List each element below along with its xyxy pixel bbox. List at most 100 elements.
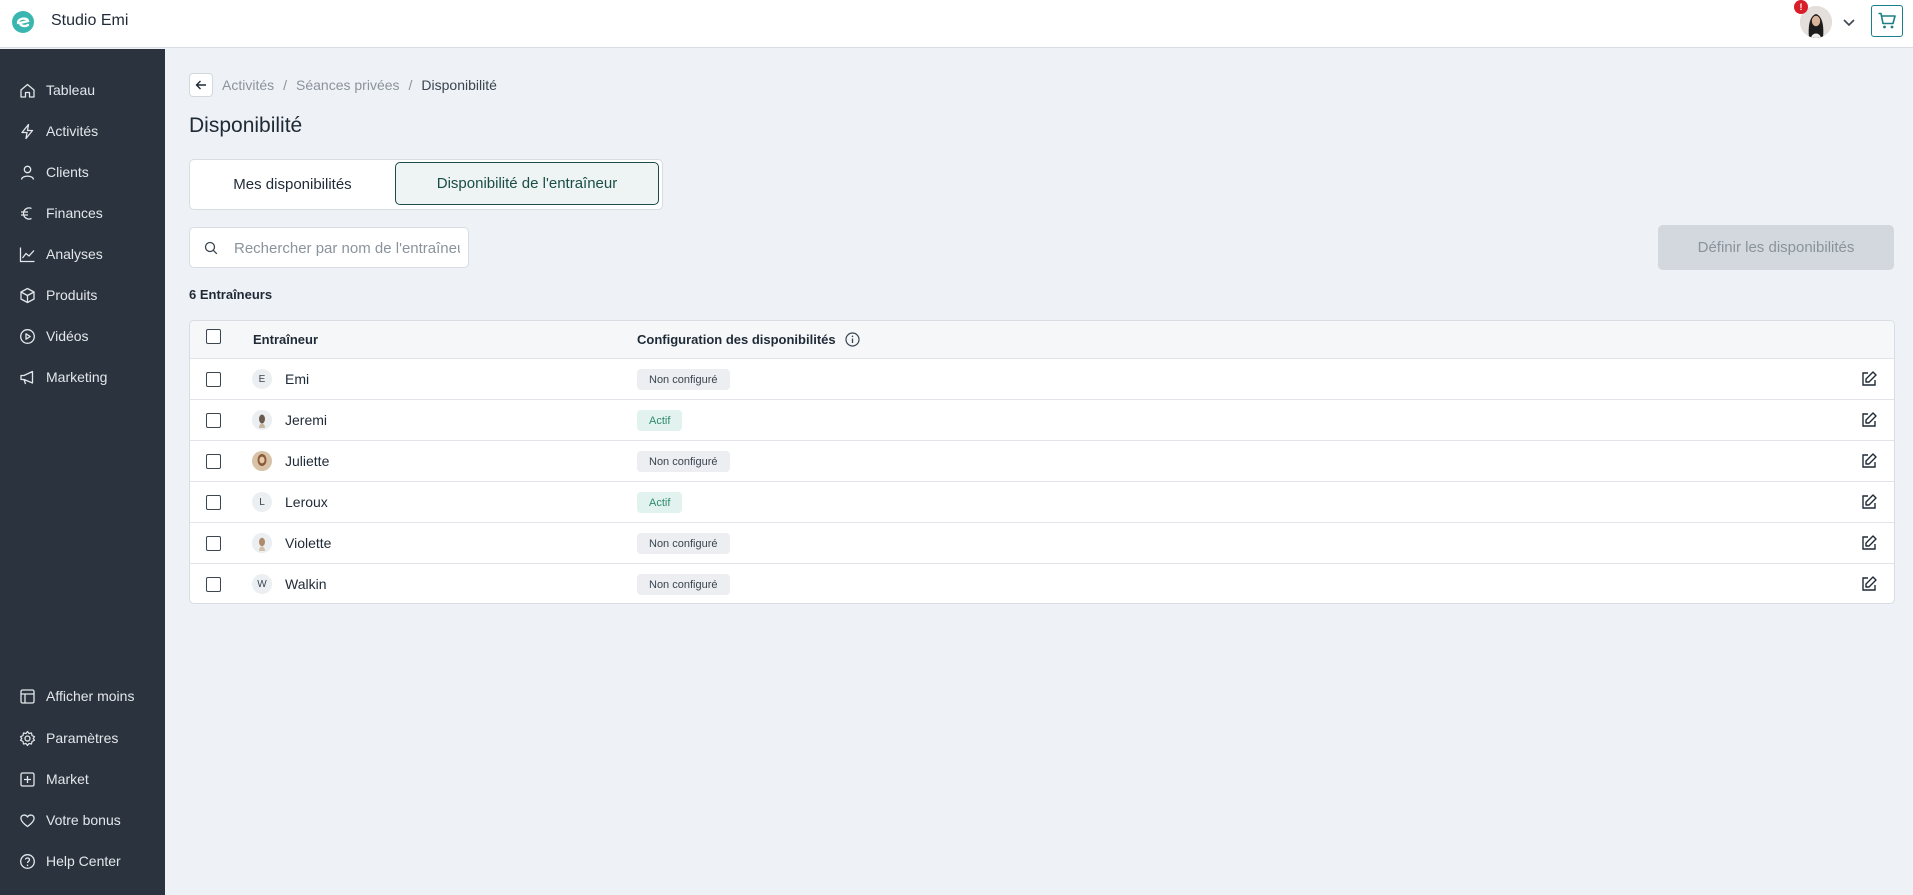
row-checkbox[interactable]	[206, 495, 221, 510]
avatar: E	[252, 369, 272, 389]
row-checkbox[interactable]	[206, 454, 221, 469]
user-icon	[19, 164, 36, 181]
sidebar-item-label: Analyses	[46, 246, 103, 262]
edit-icon[interactable]	[1860, 452, 1878, 470]
breadcrumb-current: Disponibilité	[421, 77, 497, 93]
account-menu[interactable]: !	[1794, 0, 1834, 40]
sidebar-item-finances[interactable]: Finances	[0, 198, 165, 228]
trainer-name: Violette	[285, 535, 332, 551]
sidebar-item-label: Marketing	[46, 369, 108, 385]
studio-name: Studio Emi	[51, 12, 129, 29]
sidebar-item-produits[interactable]: Produits	[0, 280, 165, 310]
sidebar-item-clients[interactable]: Clients	[0, 157, 165, 187]
row-checkbox[interactable]	[206, 577, 221, 592]
edit-icon[interactable]	[1860, 534, 1878, 552]
sidebar-item-label: Help Center	[46, 853, 121, 869]
trainer-photo-icon	[252, 410, 272, 430]
table-header: Entraîneur Configuration des disponibili…	[190, 321, 1894, 359]
table-row: W Walkin Non configuré	[190, 564, 1894, 603]
status-badge: Non configuré	[637, 574, 730, 595]
sidebar-item-activites[interactable]: Activités	[0, 116, 165, 146]
cart-icon	[1878, 12, 1896, 29]
table-row: Juliette Non configuré	[190, 441, 1894, 482]
bolt-icon	[19, 123, 36, 140]
sidebar-item-marketing[interactable]: Marketing	[0, 362, 165, 392]
notification-badge: !	[1794, 0, 1808, 14]
chevron-down-icon[interactable]	[1841, 14, 1857, 30]
breadcrumb-link-seances-privees[interactable]: Séances privées	[296, 77, 400, 93]
edit-icon[interactable]	[1860, 493, 1878, 511]
sidebar-item-help-center[interactable]: Help Center	[0, 846, 165, 876]
sidebar-item-afficher-moins[interactable]: Afficher moins	[0, 681, 165, 711]
avatar: W	[252, 574, 272, 594]
sidebar-item-market[interactable]: Market	[0, 764, 165, 794]
tab-disponibilite-entraineur[interactable]: Disponibilité de l'entraîneur	[395, 162, 659, 205]
sidebar-item-label: Produits	[46, 287, 98, 303]
chart-line-icon	[19, 246, 36, 263]
trainer-name: Walkin	[285, 576, 327, 592]
row-checkbox[interactable]	[206, 413, 221, 428]
panel-icon	[19, 688, 36, 705]
back-button[interactable]	[189, 73, 213, 97]
status-badge: Non configuré	[637, 369, 730, 390]
table-row: L Leroux Actif	[190, 482, 1894, 523]
row-checkbox[interactable]	[206, 536, 221, 551]
sidebar-item-label: Afficher moins	[46, 688, 135, 704]
home-icon	[19, 82, 36, 99]
sidebar: Tableau Activités Clients Finances Analy…	[0, 49, 165, 895]
avatar	[252, 451, 272, 471]
arrow-left-icon	[195, 80, 206, 90]
breadcrumb: Activités / Séances privées / Disponibil…	[189, 73, 497, 97]
edit-icon[interactable]	[1860, 411, 1878, 429]
trainer-photo-icon	[252, 451, 272, 471]
sidebar-item-tableau[interactable]: Tableau	[0, 75, 165, 105]
sidebar-item-label: Tableau	[46, 82, 96, 98]
page-title: Disponibilité	[189, 114, 303, 137]
box-icon	[19, 287, 36, 304]
status-badge: Actif	[637, 410, 683, 431]
breadcrumb-separator: /	[408, 77, 413, 93]
trainers-table: Entraîneur Configuration des disponibili…	[189, 320, 1895, 604]
sidebar-item-label: Market	[46, 771, 89, 787]
sidebar-item-label: Vidéos	[46, 328, 89, 344]
search-box	[189, 227, 469, 268]
play-circle-icon	[19, 328, 36, 345]
sidebar-item-parametres[interactable]: Paramètres	[0, 723, 165, 753]
sidebar-item-votre-bonus[interactable]: Votre bonus	[0, 805, 165, 835]
info-icon[interactable]	[845, 332, 860, 347]
trainer-name: Leroux	[285, 494, 328, 510]
avatar: L	[252, 492, 272, 512]
sidebar-item-label: Finances	[46, 205, 103, 221]
sidebar-item-label: Votre bonus	[46, 812, 121, 828]
breadcrumb-link-activites[interactable]: Activités	[222, 77, 274, 93]
plus-square-icon	[19, 771, 36, 788]
top-bar: Studio Emi !	[0, 0, 1913, 48]
tab-group: Mes disponibilités Disponibilité de l'en…	[189, 159, 663, 210]
table-row: Jeremi Actif	[190, 400, 1894, 441]
sidebar-item-videos[interactable]: Vidéos	[0, 321, 165, 351]
edit-icon[interactable]	[1860, 575, 1878, 593]
avatar	[252, 410, 272, 430]
help-circle-icon	[19, 853, 36, 870]
breadcrumb-separator: /	[283, 77, 288, 93]
trainer-name: Juliette	[285, 453, 330, 469]
column-header-trainer: Entraîneur	[253, 332, 319, 347]
row-checkbox[interactable]	[206, 372, 221, 387]
trainer-name: Jeremi	[285, 412, 328, 428]
define-availability-button[interactable]: Définir les disponibilités	[1658, 225, 1894, 270]
search-input[interactable]	[234, 237, 460, 259]
trainer-name: Emi	[285, 371, 310, 387]
table-row: E Emi Non configuré	[190, 359, 1894, 400]
sidebar-item-analyses[interactable]: Analyses	[0, 239, 165, 269]
tab-mes-disponibilites[interactable]: Mes disponibilités	[190, 160, 395, 209]
avatar	[252, 533, 272, 553]
sidebar-item-label: Activités	[46, 123, 99, 139]
column-header-availability: Configuration des disponibilités	[637, 332, 860, 347]
sidebar-item-label: Paramètres	[46, 730, 119, 746]
studio-logo-icon[interactable]	[11, 10, 35, 34]
select-all-checkbox[interactable]	[206, 329, 221, 344]
status-badge: Actif	[637, 492, 683, 513]
megaphone-icon	[19, 369, 36, 386]
edit-icon[interactable]	[1860, 370, 1878, 388]
cart-button[interactable]	[1871, 5, 1903, 37]
